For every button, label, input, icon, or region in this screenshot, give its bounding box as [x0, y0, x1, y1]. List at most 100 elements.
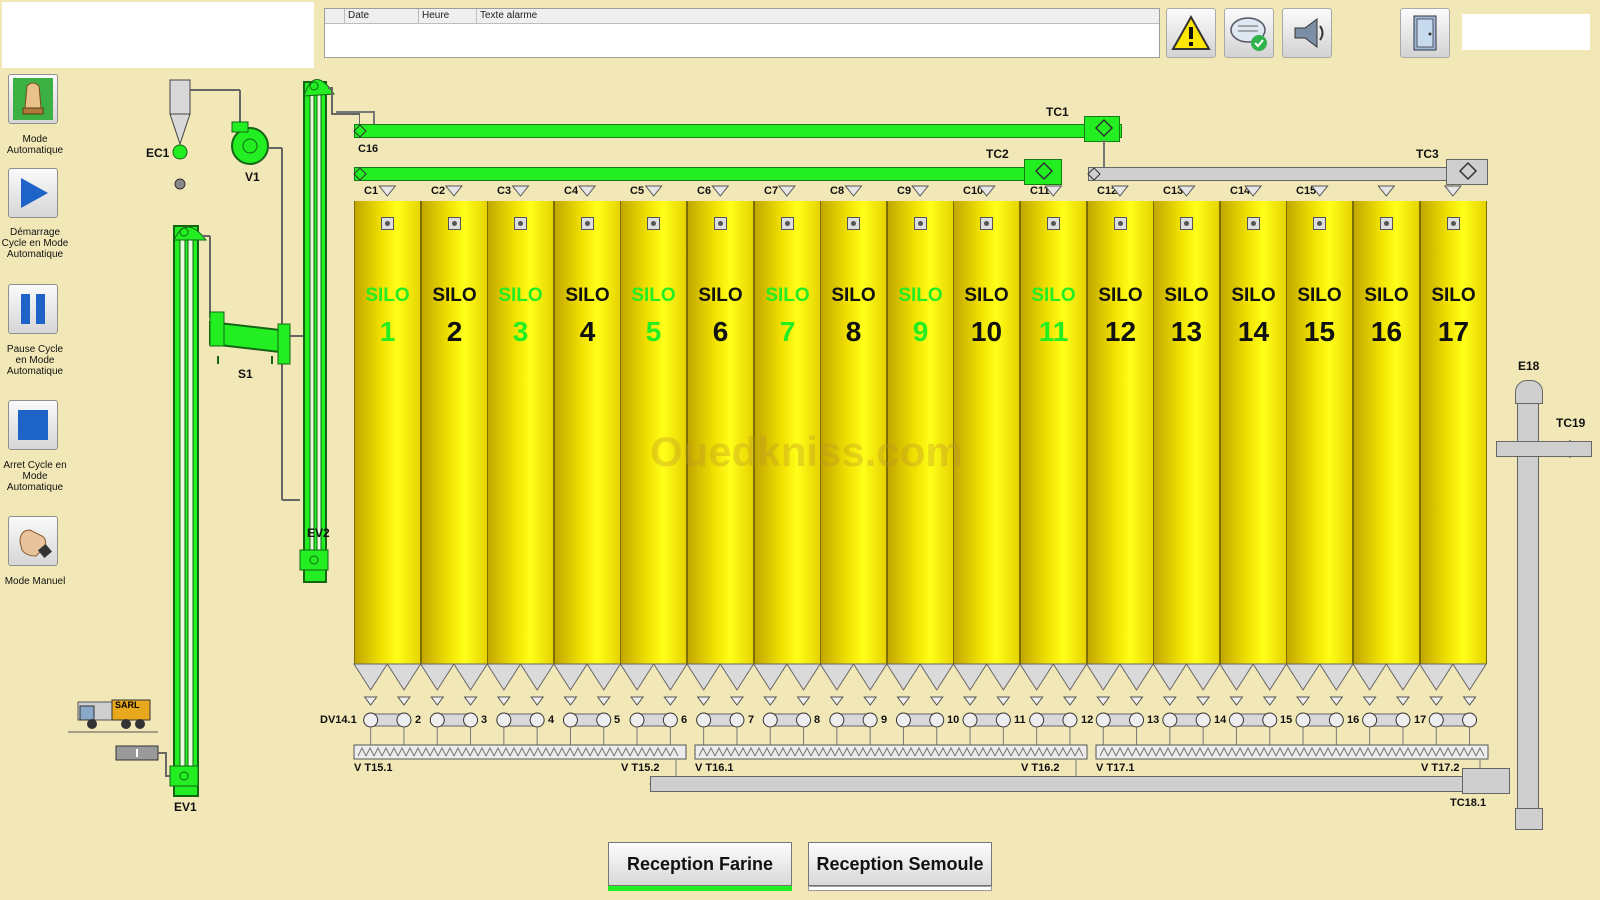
feeder-valve-icon: [1062, 696, 1077, 706]
inlet-valve-icon: [644, 185, 663, 197]
reception-semoule-button[interactable]: Reception Semoule: [808, 842, 992, 886]
hopper-cone: [885, 663, 922, 691]
transfer-line: [336, 111, 375, 124]
feeder-valve-icon: [1296, 696, 1311, 706]
hopper-cone: [1052, 663, 1088, 691]
rotary-valve-icon: [396, 712, 412, 728]
feeder-valve-icon: [396, 696, 411, 706]
dosing-valve-label: 12: [1081, 714, 1094, 726]
feeder-valve-icon: [996, 696, 1011, 706]
rotary-valve-icon: [929, 712, 945, 728]
feeder-valve-icon: [796, 696, 811, 706]
rotary-valve-icon: [429, 712, 445, 728]
feeder-valve-icon: [596, 696, 611, 706]
hopper-cone: [652, 663, 688, 691]
hopper-cone: [785, 663, 822, 691]
inlet-valve-icon: [1044, 185, 1063, 197]
hopper-cone: [852, 663, 888, 691]
feeder-valve-icon: [630, 696, 645, 706]
dosing-valve-label: 13: [1147, 714, 1160, 726]
rotary-valve-icon: [596, 712, 612, 728]
rotary-valve-icon: [363, 712, 379, 728]
screw-conveyor: [694, 744, 1088, 760]
feeder-valve-icon: [1462, 696, 1477, 706]
dosing-valve-label: 11: [1014, 714, 1026, 726]
inlet-valve-icon: [444, 185, 463, 197]
feeder-valve-icon: [496, 696, 511, 706]
inlet-valve-icon: [578, 185, 597, 197]
hopper-cone: [519, 663, 555, 691]
feeder-valve-icon: [1395, 696, 1410, 706]
rotary-valve-icon: [1095, 712, 1111, 728]
rotary-valve-icon: [1262, 712, 1278, 728]
tc18-label: TC18.1: [1450, 797, 1487, 809]
screw-vt16-start-label: V T16.1: [695, 762, 734, 774]
hopper-cone: [486, 663, 522, 691]
rotary-valve-icon: [796, 712, 812, 728]
inlet-valve-icon: [911, 185, 930, 197]
feeder-valve-icon: [530, 696, 545, 706]
dosing-valve-label: 17: [1414, 714, 1427, 726]
dosing-valve-label: 2: [415, 714, 422, 726]
screw-vt15-end-label: V T15.2: [621, 762, 660, 774]
hopper-cone: [1152, 663, 1188, 691]
rotary-valve-icon: [829, 712, 845, 728]
rotary-valve-icon: [1195, 712, 1211, 728]
hopper-cone: [1418, 663, 1454, 691]
hopper-cone: [1185, 663, 1221, 691]
inlet-valve-icon: [777, 185, 796, 197]
feeder-valve-icon: [1029, 696, 1044, 706]
e18-boot: [1515, 808, 1543, 830]
feeder-valve-icon: [763, 696, 778, 706]
inlet-valve-icon: [711, 185, 730, 197]
conveyor-tail-icon: [353, 124, 367, 138]
hopper-cone: [819, 663, 855, 691]
elevator-e18[interactable]: [1517, 392, 1539, 830]
hopper-cone: [1385, 663, 1421, 691]
feeder-valve-icon: [896, 696, 911, 706]
conveyor-tc19[interactable]: [1496, 441, 1592, 457]
rotary-valve-icon: [1129, 712, 1145, 728]
feeder-valve-icon: [1196, 696, 1211, 706]
rotary-valve-icon: [1162, 712, 1178, 728]
hopper-cone: [919, 663, 955, 691]
rotary-valve-icon: [1295, 712, 1311, 728]
rotary-valve-icon: [529, 712, 545, 728]
reception-semoule-status-bar: [808, 886, 992, 891]
feeder-valve-icon: [1129, 696, 1144, 706]
rotary-valve-icon: [463, 712, 479, 728]
inlet-valve-icon: [1177, 185, 1196, 197]
hopper-cone: [1085, 663, 1121, 691]
rotary-valve-icon: [496, 712, 512, 728]
reception-farine-button[interactable]: Reception Farine: [608, 842, 792, 886]
watermark: Ouedkniss.com: [650, 428, 963, 475]
rotary-valve-icon: [662, 712, 678, 728]
conveyor-drive-icon: [1458, 161, 1478, 181]
hopper-cone: [1218, 663, 1255, 691]
hopper-cone: [686, 663, 722, 691]
rotary-valve-icon: [862, 712, 878, 728]
feeder-valve-icon: [729, 696, 744, 706]
conveyor-drive-icon: [1094, 118, 1114, 138]
hopper-cone: [619, 663, 655, 691]
feeder-valve-icon: [1096, 696, 1111, 706]
screw-vt16-end-label: V T16.2: [1021, 762, 1060, 774]
dosing-valve-label: 3: [481, 714, 488, 726]
feeder-valve-icon: [563, 696, 578, 706]
feeder-valve-icon: [1429, 696, 1444, 706]
dosing-valve-label: 5: [614, 714, 621, 726]
feeder-valve-icon: [1362, 696, 1377, 706]
inlet-valve-icon: [1443, 185, 1462, 197]
conveyor-tc18[interactable]: [650, 776, 1510, 792]
tc18-head: [1462, 768, 1510, 794]
inlet-valve-icon: [1377, 185, 1396, 197]
dosing-valve-label: DV14.1: [320, 714, 357, 726]
rotary-valve-icon: [629, 712, 645, 728]
dosing-valve-label: 10: [947, 714, 960, 726]
rotary-valve-icon: [1362, 712, 1378, 728]
feeder-valve-icon: [696, 696, 711, 706]
rotary-valve-icon: [995, 712, 1011, 728]
dosing-valve-label: 9: [881, 714, 888, 726]
rotary-valve-icon: [729, 712, 745, 728]
hopper-cone: [586, 663, 622, 691]
